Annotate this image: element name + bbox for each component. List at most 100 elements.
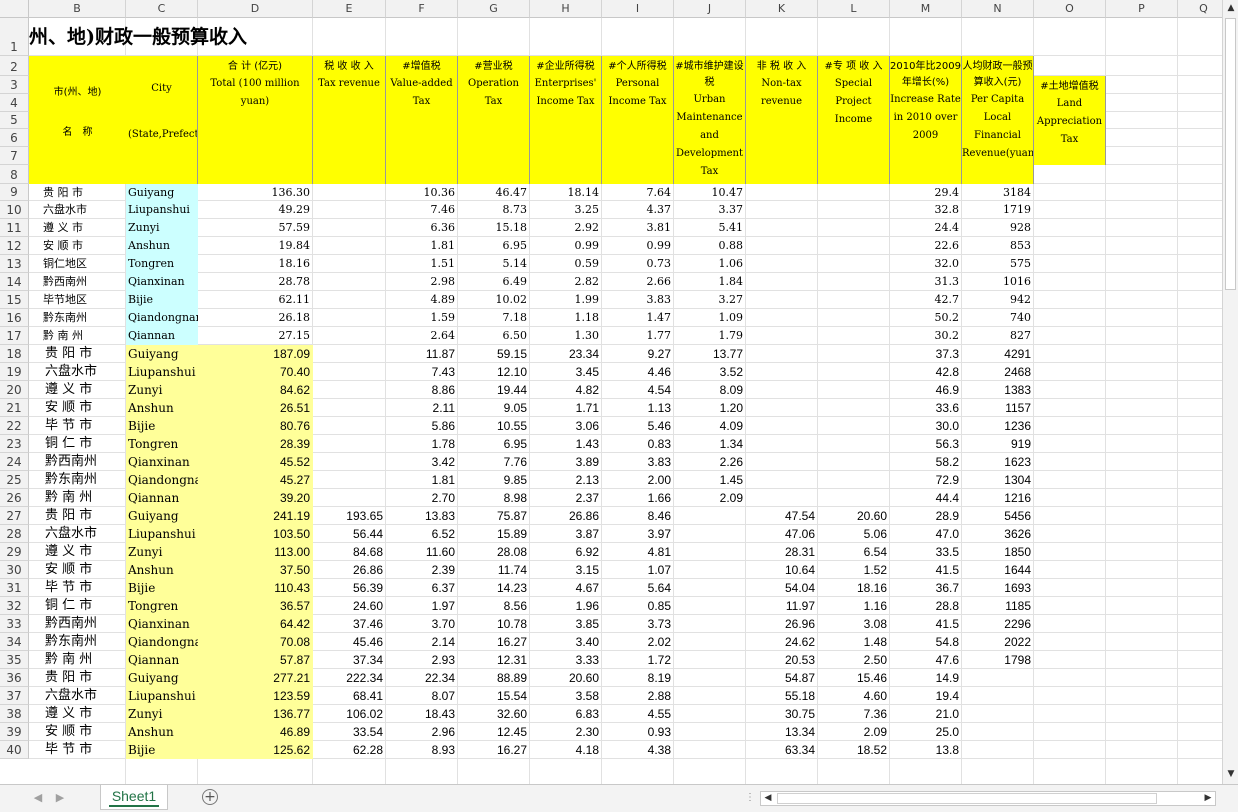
cell-value[interactable]: 18.16 <box>818 579 890 597</box>
cell-region-name[interactable]: 毕节地区 <box>29 291 126 309</box>
cell-city-name[interactable]: Bijie <box>126 291 198 309</box>
cell-value[interactable]: 5456 <box>962 507 1034 525</box>
cell-value[interactable]: 8.46 <box>602 507 674 525</box>
cell-value[interactable]: 1.97 <box>386 597 458 615</box>
cell-value[interactable]: 1644 <box>962 561 1034 579</box>
cell-value[interactable] <box>313 309 386 327</box>
cell-value[interactable]: 7.64 <box>602 184 674 201</box>
cell-region-name[interactable]: 铜 仁 市 <box>29 435 126 453</box>
row-header-38[interactable]: 38 <box>0 705 29 723</box>
cell-value[interactable]: 3.37 <box>674 201 746 219</box>
plus-circle-icon[interactable]: + <box>202 789 218 805</box>
cell-value[interactable]: 6.92 <box>530 543 602 561</box>
cell-value[interactable] <box>313 327 386 345</box>
cell-region-name[interactable]: 贵 阳 市 <box>29 507 126 525</box>
cell-value[interactable]: 1.66 <box>602 489 674 507</box>
cell-value[interactable] <box>313 291 386 309</box>
cell-city-name[interactable]: Qianxinan <box>126 453 198 471</box>
cell-value[interactable]: 15.54 <box>458 687 530 705</box>
cell-value[interactable] <box>313 399 386 417</box>
cell-region-name[interactable]: 黔西南州 <box>29 453 126 471</box>
row-header-23[interactable]: 23 <box>0 435 29 453</box>
cell-city-name[interactable]: Tongren <box>126 255 198 273</box>
cell-value[interactable] <box>313 345 386 363</box>
row-header-24[interactable]: 24 <box>0 453 29 471</box>
cell-region-name[interactable]: 安 顺 市 <box>29 723 126 741</box>
cell-value[interactable]: 136.77 <box>198 705 313 723</box>
cell-city-name[interactable]: Liupanshui <box>126 525 198 543</box>
cell-value[interactable]: 1719 <box>962 201 1034 219</box>
cell-value[interactable]: 45.46 <box>313 633 386 651</box>
cell-value[interactable]: 1.59 <box>386 309 458 327</box>
vertical-scrollbar[interactable]: ▲ ▼ <box>1222 0 1238 784</box>
cell-value[interactable]: 6.36 <box>386 219 458 237</box>
cell-value[interactable]: 47.54 <box>746 507 818 525</box>
cell-value[interactable]: 37.46 <box>313 615 386 633</box>
cell-value[interactable]: 0.83 <box>602 435 674 453</box>
column-header-q[interactable]: Q <box>1178 0 1222 18</box>
cell-value[interactable] <box>746 417 818 435</box>
cell-value[interactable]: 4.37 <box>602 201 674 219</box>
cell-value[interactable] <box>818 435 890 453</box>
cell-value[interactable]: 5.64 <box>602 579 674 597</box>
cell-value[interactable] <box>818 471 890 489</box>
cell-region-name[interactable]: 安 顺 市 <box>29 237 126 255</box>
cell-value[interactable]: 3.42 <box>386 453 458 471</box>
cell-value[interactable]: 2.92 <box>530 219 602 237</box>
cell-value[interactable]: 1.30 <box>530 327 602 345</box>
cell-value[interactable] <box>674 687 746 705</box>
cell-value[interactable] <box>674 561 746 579</box>
cell-value[interactable]: 241.19 <box>198 507 313 525</box>
row-header-33[interactable]: 33 <box>0 615 29 633</box>
cell-region-name[interactable]: 毕 节 市 <box>29 741 126 759</box>
cell-value[interactable]: 20.60 <box>530 669 602 687</box>
cell-value[interactable] <box>962 687 1034 705</box>
cell-value[interactable] <box>313 381 386 399</box>
cell-region-name[interactable]: 安 顺 市 <box>29 561 126 579</box>
cell-region-name[interactable]: 黔东南州 <box>29 471 126 489</box>
row-header-18[interactable]: 18 <box>0 345 29 363</box>
cell-value[interactable]: 0.85 <box>602 597 674 615</box>
triangle-left-icon[interactable]: ◀ <box>30 791 46 805</box>
cell-region-name[interactable]: 黔西南州 <box>29 615 126 633</box>
column-header-f[interactable]: F <box>386 0 458 18</box>
cell-value[interactable]: 18.14 <box>530 184 602 201</box>
cell-value[interactable]: 0.73 <box>602 255 674 273</box>
triangle-right-icon[interactable]: ▶ <box>52 791 68 805</box>
cell-value[interactable]: 30.75 <box>746 705 818 723</box>
cell-region-name[interactable]: 黔东南州 <box>29 633 126 651</box>
cell-value[interactable]: 28.78 <box>198 273 313 291</box>
cell-region-name[interactable]: 遵 义 市 <box>29 543 126 561</box>
cell-value[interactable] <box>962 669 1034 687</box>
cell-value[interactable]: 1157 <box>962 399 1034 417</box>
cell-value[interactable]: 106.02 <box>313 705 386 723</box>
cell-value[interactable]: 1.79 <box>674 327 746 345</box>
cell-value[interactable]: 3.15 <box>530 561 602 579</box>
cell-value[interactable] <box>313 453 386 471</box>
row-header-28[interactable]: 28 <box>0 525 29 543</box>
cell-value[interactable]: 3.70 <box>386 615 458 633</box>
cell-value[interactable] <box>674 615 746 633</box>
cell-value[interactable]: 4.60 <box>818 687 890 705</box>
cell-value[interactable]: 2.14 <box>386 633 458 651</box>
cell-value[interactable]: 13.83 <box>386 507 458 525</box>
row-header-8[interactable]: 8 <box>0 165 29 184</box>
cell-value[interactable] <box>746 184 818 201</box>
cell-value[interactable] <box>818 489 890 507</box>
cell-value[interactable]: 3184 <box>962 184 1034 201</box>
cell-region-name[interactable]: 遵 义 市 <box>29 219 126 237</box>
row-header-13[interactable]: 13 <box>0 255 29 273</box>
column-header-n[interactable]: N <box>962 0 1034 18</box>
cell-value[interactable]: 50.2 <box>890 309 962 327</box>
cell-value[interactable]: 2.02 <box>602 633 674 651</box>
cell-value[interactable]: 1798 <box>962 651 1034 669</box>
cell-city-name[interactable]: Anshun <box>126 561 198 579</box>
cell-value[interactable]: 2.88 <box>602 687 674 705</box>
cell-value[interactable]: 54.8 <box>890 633 962 651</box>
cell-value[interactable]: 7.36 <box>818 705 890 723</box>
cell-value[interactable] <box>674 579 746 597</box>
cell-value[interactable]: 8.56 <box>458 597 530 615</box>
cell-value[interactable]: 70.08 <box>198 633 313 651</box>
cell-value[interactable]: 4.38 <box>602 741 674 759</box>
cell-value[interactable]: 32.60 <box>458 705 530 723</box>
